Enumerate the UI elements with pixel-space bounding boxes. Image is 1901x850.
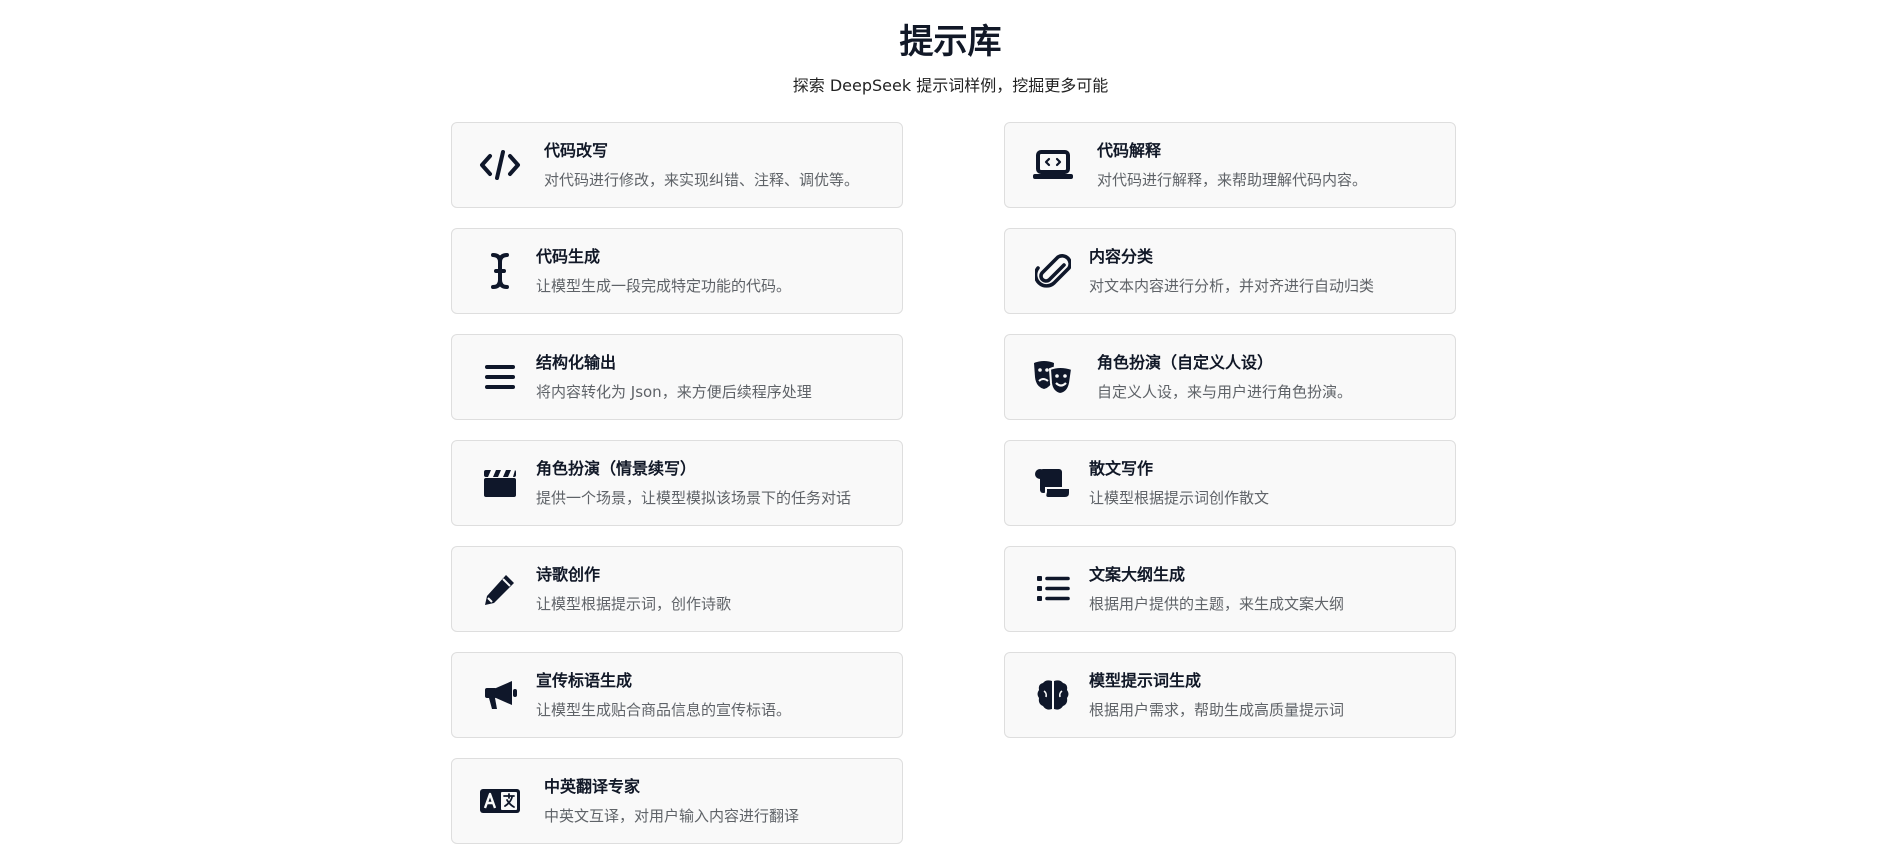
card-description: 根据用户提供的主题，来生成文案大纲 (1089, 595, 1345, 613)
card-title: 代码解释 (1097, 141, 1162, 160)
prompt-card-outline[interactable]: 文案大纲生成 根据用户提供的主题，来生成文案大纲 (1004, 546, 1456, 632)
theater-masks-icon (1031, 355, 1075, 399)
card-description: 让模型根据提示词，创作诗歌 (536, 595, 732, 613)
prompt-card-prose-writing[interactable]: 散文写作 让模型根据提示词创作散文 (1004, 440, 1456, 526)
card-title: 代码改写 (544, 141, 609, 160)
card-description: 中英文互译，对用户输入内容进行翻译 (544, 807, 800, 825)
megaphone-icon (478, 673, 522, 717)
card-title: 文案大纲生成 (1089, 565, 1186, 584)
card-title: 模型提示词生成 (1089, 671, 1202, 690)
card-description: 让模型生成一段完成特定功能的代码。 (536, 277, 792, 295)
card-description: 对代码进行解释，来帮助理解代码内容。 (1097, 171, 1368, 189)
menu-lines-icon (478, 355, 522, 399)
prompt-card-roleplay-custom[interactable]: 角色扮演（自定义人设） 自定义人设，来与用户进行角色扮演。 (1004, 334, 1456, 420)
prompt-card-prompt-generate[interactable]: 模型提示词生成 根据用户需求，帮助生成高质量提示词 (1004, 652, 1456, 738)
card-description: 自定义人设，来与用户进行角色扮演。 (1097, 383, 1353, 401)
card-description: 提供一个场景，让模型模拟该场景下的任务对话 (536, 489, 852, 507)
page-subtitle: 探索 DeepSeek 提示词样例，挖掘更多可能 (792, 76, 1109, 95)
prompt-card-code-explain[interactable]: 代码解释 对代码进行解释，来帮助理解代码内容。 (1004, 122, 1456, 208)
clapperboard-icon (478, 461, 522, 505)
card-title: 宣传标语生成 (536, 671, 633, 690)
card-title: 诗歌创作 (536, 565, 601, 584)
brain-icon (1031, 673, 1075, 717)
scroll-icon (1031, 461, 1075, 505)
pencil-icon (478, 567, 522, 611)
card-description: 对文本内容进行分析，并对齐进行自动归类 (1089, 277, 1375, 295)
prompt-library-grid: 代码改写 对代码进行修改，来实现纠错、注释、调优等。 代码解释 对代码进行解释，… (451, 122, 1456, 844)
laptop-code-icon (1031, 143, 1075, 187)
card-title: 内容分类 (1089, 247, 1154, 266)
card-title: 角色扮演（自定义人设） (1097, 353, 1274, 372)
card-description: 将内容转化为 Json，来方便后续程序处理 (536, 383, 812, 401)
card-description: 让模型生成贴合商品信息的宣传标语。 (536, 701, 792, 719)
prompt-card-content-classify[interactable]: 内容分类 对文本内容进行分析，并对齐进行自动归类 (1004, 228, 1456, 314)
prompt-card-poetry[interactable]: 诗歌创作 让模型根据提示词，创作诗歌 (451, 546, 903, 632)
language-icon (478, 779, 522, 823)
card-title: 代码生成 (536, 247, 601, 266)
paperclip-icon (1031, 249, 1075, 293)
page-title: 提示库 (899, 22, 1002, 62)
card-description: 根据用户需求，帮助生成高质量提示词 (1089, 701, 1345, 719)
prompt-card-slogan[interactable]: 宣传标语生成 让模型生成贴合商品信息的宣传标语。 (451, 652, 903, 738)
prompt-card-translation[interactable]: 中英翻译专家 中英文互译，对用户输入内容进行翻译 (451, 758, 903, 844)
card-description: 对代码进行修改，来实现纠错、注释、调优等。 (544, 171, 860, 189)
code-icon (478, 143, 522, 187)
card-title: 中英翻译专家 (544, 777, 641, 796)
card-title: 散文写作 (1089, 459, 1154, 478)
prompt-card-roleplay-scenario[interactable]: 角色扮演（情景续写） 提供一个场景，让模型模拟该场景下的任务对话 (451, 440, 903, 526)
card-title: 角色扮演（情景续写） (536, 459, 697, 478)
prompt-card-code-rewrite[interactable]: 代码改写 对代码进行修改，来实现纠错、注释、调优等。 (451, 122, 903, 208)
prompt-card-structured-output[interactable]: 结构化输出 将内容转化为 Json，来方便后续程序处理 (451, 334, 903, 420)
card-title: 结构化输出 (536, 353, 617, 372)
card-description: 让模型根据提示词创作散文 (1089, 489, 1270, 507)
prompt-card-code-generate[interactable]: 代码生成 让模型生成一段完成特定功能的代码。 (451, 228, 903, 314)
text-cursor-icon (478, 249, 522, 293)
list-icon (1031, 567, 1075, 611)
